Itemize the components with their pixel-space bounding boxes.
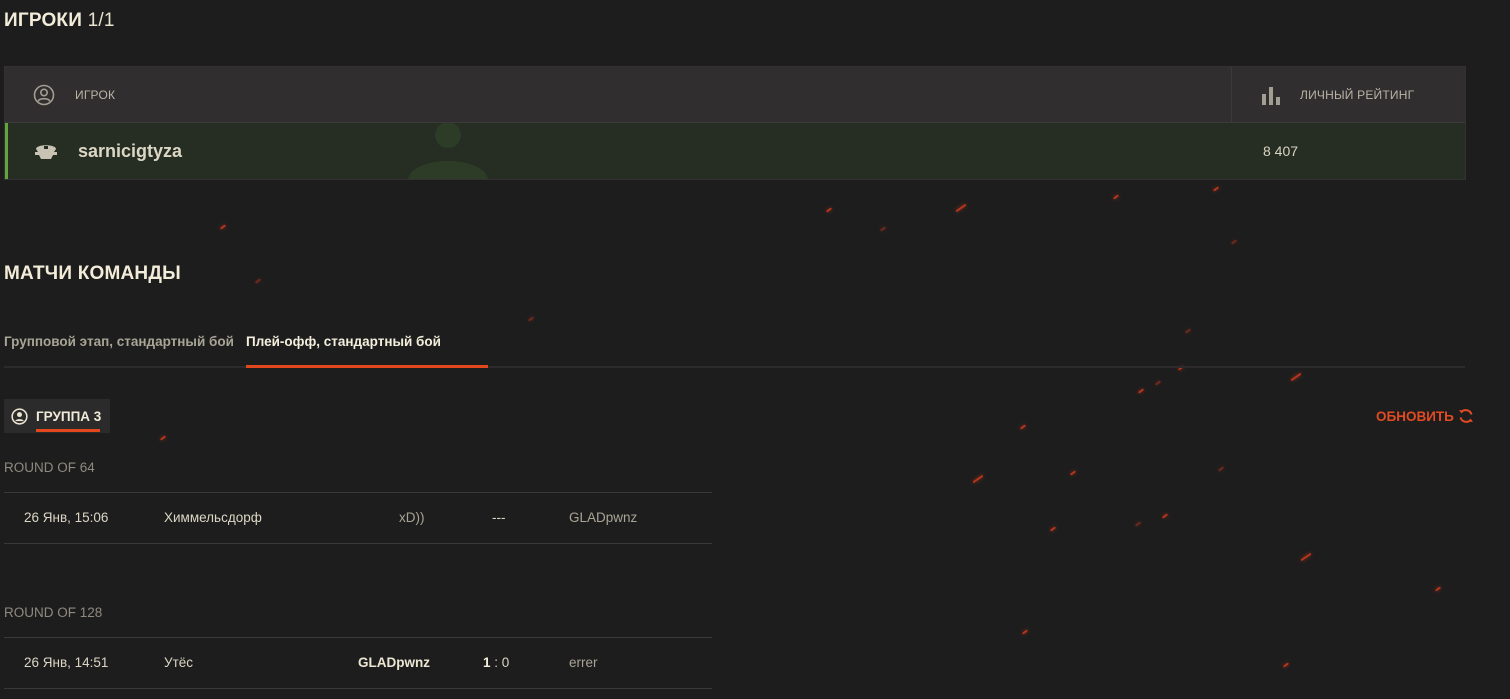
match-team1[interactable]: xD)) [399, 510, 425, 525]
column-header-rating[interactable]: ЛИЧНЫЙ РЕЙТИНГ [1232, 67, 1414, 122]
avatar-silhouette-icon [408, 123, 488, 179]
players-count: 1/1 [87, 10, 115, 31]
bar-chart-icon [1260, 84, 1282, 106]
round-label: ROUND OF 64 [4, 460, 95, 475]
player-name[interactable]: sarnicigtyza [78, 141, 1228, 162]
column-label-player: ИГРОК [75, 87, 116, 102]
match-team1[interactable]: GLADpwnz [358, 655, 430, 670]
match-row[interactable]: 26 Янв, 14:51 Утёс GLADpwnz 1 : 0 errer [4, 637, 712, 689]
group-selector[interactable]: ГРУППА 3 [4, 399, 110, 433]
match-map: Утёс [164, 655, 194, 670]
match-date: 26 Янв, 14:51 [24, 655, 109, 670]
group-label: ГРУППА 3 [36, 408, 102, 424]
group-active-indicator [36, 429, 100, 432]
matches-section-title: МАТЧИ КОМАНДЫ [4, 263, 181, 284]
players-table: ИГРОК ЛИЧНЫЙ РЕЙТИНГ sarnicigtyza 8 407 [4, 66, 1466, 180]
players-table-header: ИГРОК ЛИЧНЫЙ РЕЙТИНГ [5, 67, 1465, 123]
user-circle-icon [33, 84, 55, 106]
match-team2[interactable]: GLADpwnz [569, 510, 637, 525]
player-rating: 8 407 [1263, 143, 1299, 159]
active-tab-indicator [246, 365, 488, 368]
score-left: 1 [483, 655, 491, 670]
players-title: ИГРОКИ [4, 10, 83, 31]
score-right: 0 [501, 655, 510, 670]
tab-playoff[interactable]: Плей-офф, стандартный бой [246, 334, 441, 349]
player-row[interactable]: sarnicigtyza 8 407 [5, 123, 1465, 179]
refresh-label: ОБНОВИТЬ [1376, 408, 1454, 424]
players-section-title: ИГРОКИ 1/1 [4, 10, 115, 32]
match-score: 1 : 0 [483, 655, 509, 670]
user-circle-icon [11, 407, 28, 425]
match-map: Химмельсдорф [164, 510, 262, 525]
refresh-icon [1458, 408, 1474, 424]
match-score: --- [492, 510, 506, 525]
refresh-button[interactable]: ОБНОВИТЬ [1376, 408, 1474, 424]
match-row[interactable]: 26 Янв, 15:06 Химмельсдорф xD)) --- GLAD… [4, 492, 712, 544]
column-label-rating: ЛИЧНЫЙ РЕЙТИНГ [1300, 87, 1415, 102]
commander-cap-icon [33, 140, 59, 162]
match-date: 26 Янв, 15:06 [24, 510, 109, 525]
round-label: ROUND OF 128 [4, 605, 103, 620]
match-type-tabs: Групповой этап, стандартный бой Плей-офф… [4, 330, 1465, 368]
score-separator: : [490, 655, 502, 670]
column-header-player[interactable]: ИГРОК [5, 67, 1232, 122]
match-team2[interactable]: errer [569, 655, 598, 670]
tab-group-stage[interactable]: Групповой этап, стандартный бой [4, 334, 234, 349]
